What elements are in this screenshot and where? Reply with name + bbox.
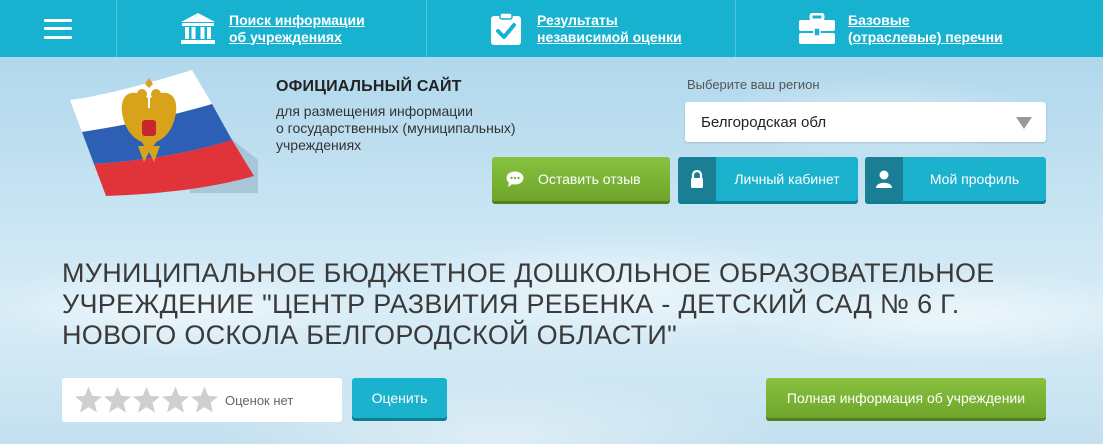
- nav-link-line[interactable]: Результаты: [537, 12, 697, 29]
- chevron-down-icon[interactable]: [1016, 117, 1032, 129]
- nav-link-line[interactable]: Поиск информации: [229, 12, 389, 29]
- nav-item-evaluation-results[interactable]: Результаты независимой оценки: [427, 0, 736, 57]
- site-description: для размещения информации о государствен…: [276, 103, 576, 154]
- star-icon[interactable]: [74, 386, 103, 414]
- personal-cabinet-button[interactable]: Личный кабинет: [678, 157, 858, 201]
- top-navigation-bar: Поиск информации об учреждениях Результа…: [0, 0, 1103, 57]
- site-logo[interactable]: [62, 68, 262, 196]
- region-select[interactable]: Белгородская обл: [685, 102, 1046, 142]
- personal-cabinet-label[interactable]: Личный кабинет: [716, 171, 858, 187]
- russian-coat-of-arms-flag-logo: [70, 70, 258, 196]
- rating-stars[interactable]: [74, 386, 219, 414]
- institution-name: МУНИЦИПАЛЬНОЕ БЮДЖЕТНОЕ ДОШКОЛЬНОЕ ОБРАЗ…: [62, 258, 995, 350]
- site-description-line: учреждениях: [276, 137, 362, 153]
- nav-item-search-institutions[interactable]: Поиск информации об учреждениях: [117, 0, 427, 57]
- hamburger-menu-icon: [44, 18, 72, 39]
- nav-link-line[interactable]: независимой оценки: [537, 29, 697, 46]
- star-icon[interactable]: [161, 386, 190, 414]
- full-info-button[interactable]: Полная информация об учреждении: [766, 378, 1046, 418]
- nav-link-line[interactable]: Базовые: [848, 12, 1008, 29]
- leave-feedback-label[interactable]: Оставить отзыв: [538, 171, 641, 187]
- briefcase-icon: [791, 12, 843, 45]
- site-title: ОФИЦИАЛЬНЫЙ САЙТ: [276, 78, 462, 95]
- nav-link-line[interactable]: (отраслевые) перечни: [848, 29, 1008, 46]
- my-profile-label[interactable]: Мой профиль: [903, 171, 1046, 187]
- lock-icon: [678, 157, 716, 201]
- clipboard-check-icon: [480, 11, 532, 46]
- institution-building-icon: [172, 12, 224, 46]
- chat-bubble-icon: [492, 171, 538, 187]
- site-description-line: для размещения информации: [276, 103, 473, 119]
- site-description-line: о государственных (муниципальных): [276, 120, 516, 136]
- star-icon[interactable]: [103, 386, 132, 414]
- menu-button[interactable]: [0, 0, 117, 57]
- user-icon: [865, 157, 903, 201]
- nav-item-base-lists[interactable]: Базовые (отраслевые) перечни: [736, 0, 1103, 57]
- star-icon[interactable]: [190, 386, 219, 414]
- nav-link-evaluation-results[interactable]: Результаты независимой оценки: [537, 12, 697, 46]
- leave-feedback-button[interactable]: Оставить отзыв: [492, 157, 670, 201]
- region-label: Выберите ваш регион: [687, 77, 820, 92]
- rating-count-text: Оценок нет: [225, 392, 294, 408]
- nav-link-line[interactable]: об учреждениях: [229, 29, 389, 46]
- nav-link-base-lists[interactable]: Базовые (отраслевые) перечни: [848, 12, 1008, 46]
- my-profile-button[interactable]: Мой профиль: [865, 157, 1046, 201]
- rating-widget: Оценок нет: [62, 378, 342, 422]
- region-selected-value[interactable]: Белгородская обл: [701, 114, 826, 131]
- rate-button[interactable]: Оценить: [352, 378, 447, 418]
- star-icon[interactable]: [132, 386, 161, 414]
- nav-link-search-institutions[interactable]: Поиск информации об учреждениях: [229, 12, 389, 46]
